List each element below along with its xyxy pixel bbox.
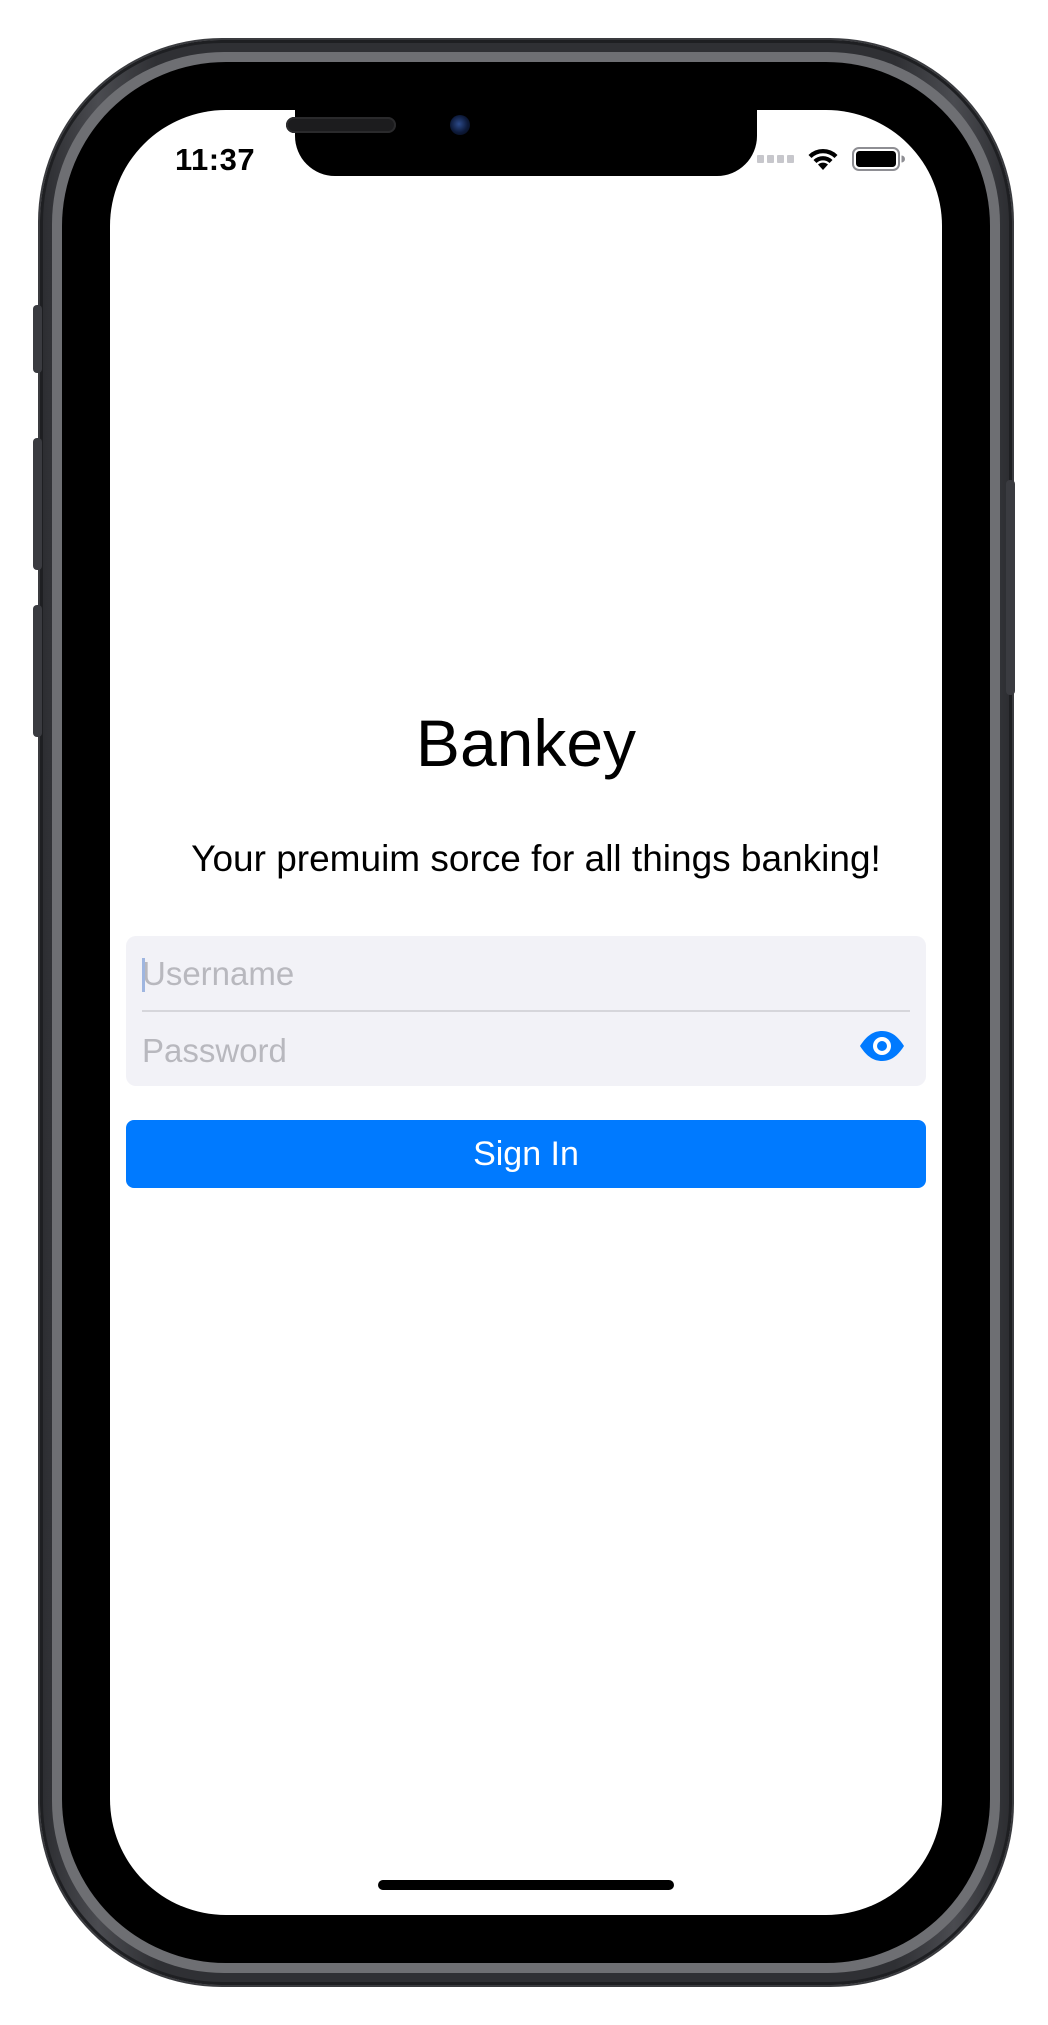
username-field[interactable] [142, 945, 910, 1003]
cellular-signal-icon [757, 155, 794, 163]
wifi-icon [808, 148, 838, 170]
power-button [1006, 480, 1015, 695]
device-mockup: 11:37 Bankey Your premuim sorce for all … [0, 0, 1048, 2025]
silent-switch [33, 305, 42, 373]
volume-down-button [33, 605, 42, 737]
password-field[interactable] [142, 1022, 842, 1080]
front-camera [450, 115, 470, 135]
app-screen: 11:37 Bankey Your premuim sorce for all … [110, 110, 942, 1915]
earpiece-speaker [286, 117, 396, 133]
eye-icon [860, 1031, 904, 1061]
app-subtitle: Your premuim sorce for all things bankin… [191, 838, 881, 879]
show-password-toggle[interactable] [858, 1026, 906, 1066]
field-divider [142, 1010, 910, 1012]
text-cursor [142, 958, 145, 992]
app-title: Bankey [415, 706, 637, 780]
status-icons [757, 146, 906, 172]
login-form [126, 936, 926, 1086]
volume-up-button [33, 438, 42, 570]
sign-in-button[interactable]: Sign In [126, 1120, 926, 1188]
home-indicator [378, 1880, 674, 1890]
battery-icon [852, 147, 905, 171]
status-time: 11:37 [175, 142, 256, 177]
